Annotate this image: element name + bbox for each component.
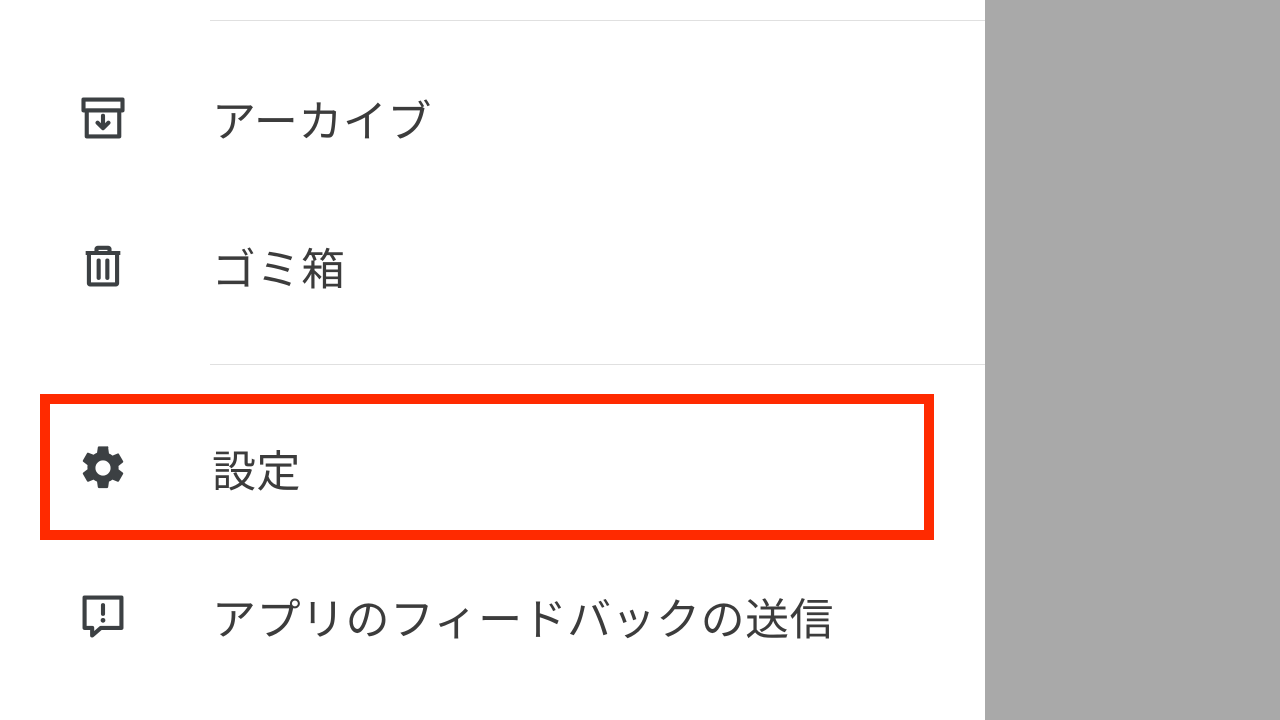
feedback-icon xyxy=(74,587,132,645)
archive-icon xyxy=(74,89,132,147)
menu-item-archive[interactable]: アーカイブ xyxy=(74,76,985,160)
menu-label: 設定 xyxy=(212,436,301,500)
menu-label: ゴミ箱 xyxy=(212,234,346,298)
gear-icon xyxy=(74,439,132,497)
divider xyxy=(210,20,985,21)
menu-item-settings[interactable]: 設定 xyxy=(74,426,985,510)
menu-item-feedback[interactable]: アプリのフィードバックの送信 xyxy=(74,574,985,658)
divider xyxy=(210,364,985,365)
menu-item-trash[interactable]: ゴミ箱 xyxy=(74,224,985,308)
menu-label: アプリのフィードバックの送信 xyxy=(212,584,834,648)
trash-icon xyxy=(74,237,132,295)
navigation-drawer: アーカイブ ゴミ箱 設定 xyxy=(0,0,985,720)
menu-label: アーカイブ xyxy=(212,86,432,150)
